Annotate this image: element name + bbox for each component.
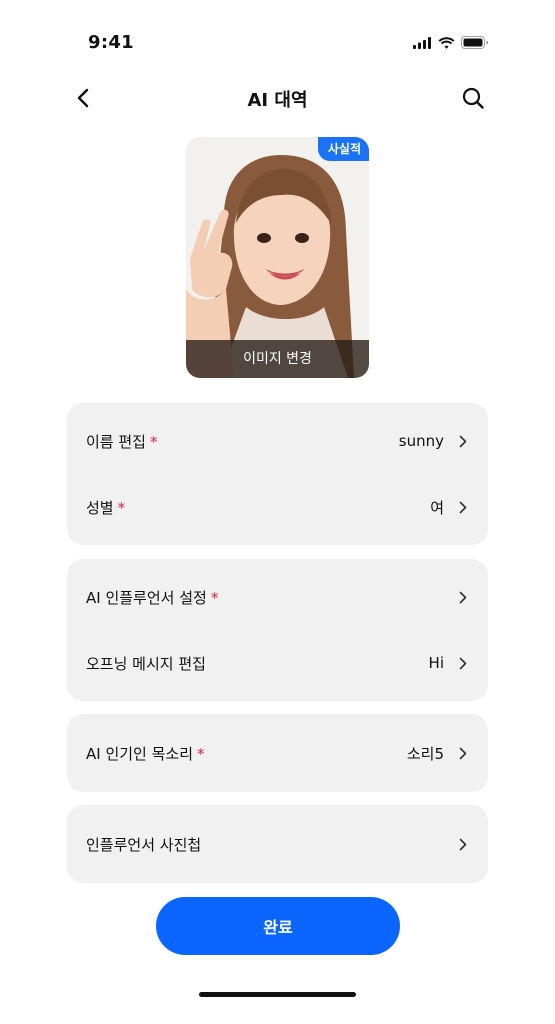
gender-value: 여 xyxy=(430,498,444,517)
voice-value: 소리5 xyxy=(406,744,444,763)
required-mark: * xyxy=(117,498,126,517)
header: AI 대역 xyxy=(0,78,555,118)
row-voice[interactable]: AI 인기인 목소리 * 소리5 xyxy=(67,720,488,786)
required-mark: * xyxy=(210,588,219,607)
chevron-right-icon xyxy=(458,837,468,851)
style-badge: 사실적 xyxy=(317,137,369,161)
search-button[interactable] xyxy=(459,84,487,112)
chevron-right-icon xyxy=(458,656,468,670)
row-gender[interactable]: 성별 * 여 xyxy=(67,474,488,540)
row-influencer-settings[interactable]: AI 인플루언서 설정 * xyxy=(67,564,488,630)
row-photo-album[interactable]: 인플루언서 사진첩 xyxy=(67,811,488,877)
profile-image-card[interactable]: 사실적 이미지 변경 xyxy=(186,137,369,378)
settings-group-influencer: AI 인플루언서 설정 * 오프닝 메시지 편집 Hi xyxy=(67,559,488,701)
row-opening-message[interactable]: 오프닝 메시지 편집 Hi xyxy=(67,630,488,696)
settings-group-album: 인플루언서 사진첩 xyxy=(67,805,488,883)
required-mark: * xyxy=(149,432,158,451)
edit-name-label: 이름 편집 xyxy=(86,432,146,451)
chevron-right-icon xyxy=(458,500,468,514)
photo-album-label: 인플루언서 사진첩 xyxy=(86,835,202,854)
name-value: sunny xyxy=(398,432,444,450)
chevron-right-icon xyxy=(458,590,468,604)
row-label-voice: AI 인기인 목소리 * xyxy=(86,743,407,764)
row-label-opening-message: 오프닝 메시지 편집 xyxy=(86,653,429,674)
battery-icon xyxy=(461,36,488,49)
chevron-right-icon xyxy=(458,434,468,448)
opening-message-label: 오프닝 메시지 편집 xyxy=(86,654,206,673)
done-button[interactable]: 완료 xyxy=(156,897,400,955)
row-edit-name[interactable]: 이름 편집 * sunny xyxy=(67,408,488,474)
status-time: 9:41 xyxy=(88,32,134,53)
home-indicator xyxy=(199,992,356,997)
status-icons xyxy=(413,36,489,49)
row-label-photo-album: 인플루언서 사진첩 xyxy=(86,834,444,855)
wifi-icon xyxy=(438,36,455,49)
influencer-settings-label: AI 인플루언서 설정 xyxy=(86,588,207,607)
row-label-name: 이름 편집 * xyxy=(86,431,399,452)
status-bar: 9:41 xyxy=(0,0,555,70)
opening-message-value: Hi xyxy=(428,654,444,672)
settings-group-voice: AI 인기인 목소리 * 소리5 xyxy=(67,714,488,792)
row-label-gender: 성별 * xyxy=(86,497,430,518)
search-icon xyxy=(462,87,484,109)
chevron-right-icon xyxy=(458,746,468,760)
cellular-signal-icon xyxy=(413,36,431,49)
gender-label: 성별 xyxy=(86,498,114,517)
change-image-button[interactable]: 이미지 변경 xyxy=(186,340,369,378)
settings-group-basic: 이름 편집 * sunny 성별 * 여 xyxy=(67,403,488,545)
voice-label: AI 인기인 목소리 xyxy=(86,744,194,763)
required-mark: * xyxy=(197,744,205,763)
row-label-influencer-settings: AI 인플루언서 설정 * xyxy=(86,587,444,608)
